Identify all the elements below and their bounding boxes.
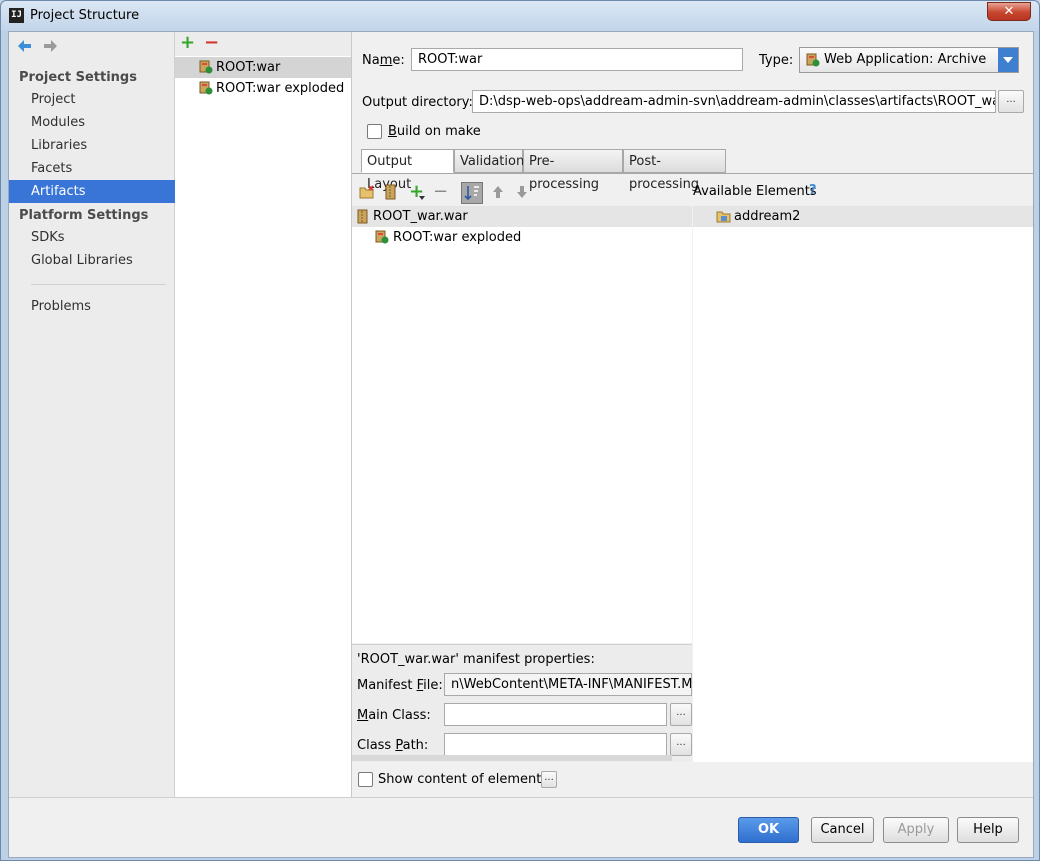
title-bar[interactable]: IJ Project Structure ✕ [1,1,1039,31]
output-directory-label: Output directory: [362,95,473,110]
manifest-properties-panel: 'ROOT_war.war' manifest properties: Mani… [352,644,692,762]
artifact-item-root-war[interactable]: ROOT:war [175,57,351,78]
class-path-input[interactable] [444,733,667,756]
chevron-down-icon [419,196,425,200]
artifact-editor: Name: ROOT:war Type: Web Application: Ar… [352,32,1033,797]
tree-item-root-war-exploded[interactable]: ROOT:war exploded [352,227,692,248]
artifacts-list-panel: + − ROOT:war ROOT:war exploded [175,32,352,797]
manifest-file-label: Manifest File: [357,678,443,693]
tree-item-root-war-war[interactable]: ROOT_war.war [352,206,692,227]
class-path-browse-button[interactable]: ... [670,733,692,756]
footer-divider [9,797,1033,798]
artifact-label: ROOT:war exploded [216,81,345,96]
nav-item-problems[interactable]: Problems [9,295,175,318]
horizontal-scrollbar[interactable] [352,755,672,761]
dialog-content: Project Settings Project Modules Librari… [8,31,1034,858]
tabs-divider [352,173,1033,174]
tree-item-label: addream2 [734,209,801,224]
nav-divider [31,284,166,285]
intellij-app-icon: IJ [9,8,24,23]
create-archive-icon[interactable] [382,183,400,201]
forward-arrow-icon[interactable] [41,37,61,57]
show-content-options-button[interactable]: ... [541,771,557,788]
tab-validation[interactable]: Validation [454,149,524,173]
available-elements-tree: addream2 [693,206,1033,762]
nav-item-artifacts[interactable]: Artifacts [9,180,175,203]
apply-button[interactable]: Apply [883,817,949,843]
add-artifact-button[interactable]: + [180,33,195,53]
move-down-icon[interactable] [513,183,531,201]
move-up-icon[interactable] [489,183,507,201]
nav-item-sdks[interactable]: SDKs [9,226,175,249]
show-content-label: Show content of elements [378,772,549,787]
module-folder-icon [716,211,731,223]
back-arrow-icon[interactable] [15,37,35,57]
tab-post-processing[interactable]: Post-processing [623,149,726,192]
build-on-make-label: Build on make [388,124,481,139]
help-button[interactable]: Help [957,817,1019,843]
settings-nav: Project Settings Project Modules Librari… [9,32,175,797]
war-exploded-icon [375,230,389,244]
cancel-button[interactable]: Cancel [811,817,874,843]
war-exploded-icon [199,81,213,95]
nav-item-libraries[interactable]: Libraries [9,134,175,157]
build-on-make-checkbox[interactable] [367,124,382,139]
output-directory-input[interactable]: D:\dsp-web-ops\addream-admin-svn\addream… [472,90,996,113]
name-label: Name: [362,53,405,68]
name-input[interactable]: ROOT:war [411,48,743,71]
window-close-button[interactable]: ✕ [987,2,1031,21]
platform-settings-heading: Platform Settings [19,208,149,223]
remove-artifact-button[interactable]: − [204,33,219,53]
ok-button[interactable]: OK [738,817,799,843]
manifest-file-input[interactable]: n\WebContent\META-INF\MANIFEST.MF [444,673,692,696]
type-label: Type: [759,53,794,68]
nav-item-modules[interactable]: Modules [9,111,175,134]
tab-output-layout[interactable]: Output Layout [361,149,454,192]
available-elements-label: Available Elements [693,184,817,199]
nav-item-facets[interactable]: Facets [9,157,175,180]
output-directory-browse-button[interactable]: ... [998,90,1024,113]
main-class-browse-button[interactable]: ... [670,703,692,726]
project-structure-window: IJ Project Structure ✕ Project Settings … [0,0,1040,861]
project-settings-heading: Project Settings [19,70,137,85]
type-value: Web Application: Archive [824,52,987,67]
main-class-label: Main Class: [357,708,431,723]
window-title: Project Structure [30,8,140,23]
output-layout-tree: ROOT_war.war ROOT:war exploded [352,206,692,643]
remove-element-button[interactable]: − [433,182,448,202]
tab-pre-processing[interactable]: Pre-processing [523,149,623,192]
nav-item-project[interactable]: Project [9,88,175,111]
artifact-item-root-war-exploded[interactable]: ROOT:war exploded [175,78,351,99]
tree-item-label: ROOT:war exploded [393,230,522,245]
show-content-checkbox[interactable] [358,772,373,787]
class-path-label: Class Path: [357,738,429,753]
artifact-label: ROOT:war [216,60,281,75]
main-class-input[interactable] [444,703,667,726]
tree-item-addream2[interactable]: addream2 [693,206,1033,227]
tree-item-label: ROOT_war.war [373,209,468,224]
artifacts-toolbar: + − [175,32,351,56]
archive-icon [357,209,368,224]
help-icon[interactable]: ? [809,183,817,198]
type-combobox[interactable]: Web Application: Archive [799,47,1019,73]
web-archive-icon [806,53,820,67]
create-directory-icon[interactable] [358,183,376,201]
nav-item-global-libraries[interactable]: Global Libraries [9,249,175,272]
sort-elements-icon[interactable] [461,182,483,204]
war-archive-icon [199,60,213,74]
chevron-down-icon[interactable] [998,48,1018,72]
manifest-heading: 'ROOT_war.war' manifest properties: [357,652,595,667]
